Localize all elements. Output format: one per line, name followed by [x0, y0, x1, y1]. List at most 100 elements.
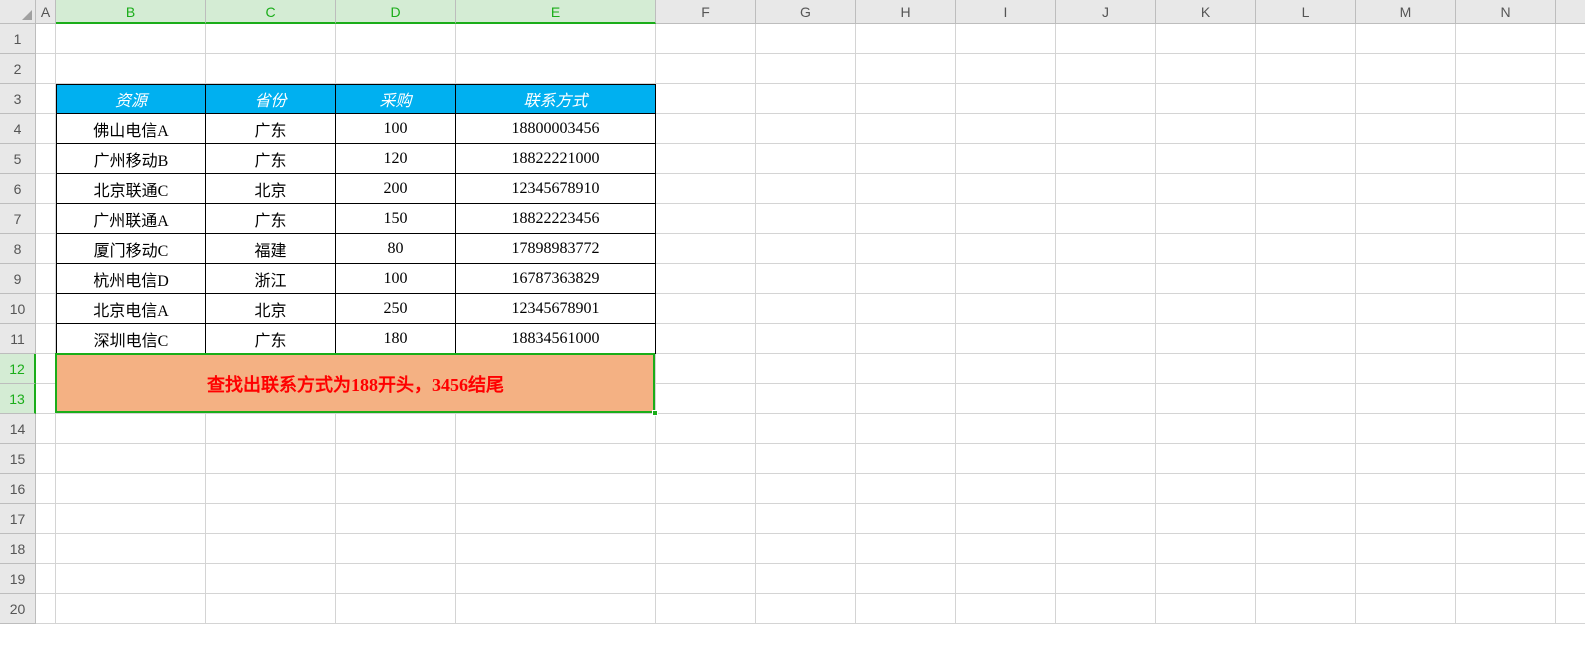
cell-C4[interactable]: 广东 [206, 114, 336, 144]
cell-F13[interactable] [656, 384, 756, 414]
cell-I15[interactable] [956, 444, 1056, 474]
cell-H16[interactable] [856, 474, 956, 504]
cell-B8[interactable]: 厦门移动C [56, 234, 206, 264]
cell-B16[interactable] [56, 474, 206, 504]
cell-D7[interactable]: 150 [336, 204, 456, 234]
cell-G11[interactable] [756, 324, 856, 354]
cell-I7[interactable] [956, 204, 1056, 234]
cell-C7[interactable]: 广东 [206, 204, 336, 234]
cell-D1[interactable] [336, 24, 456, 54]
cell-I8[interactable] [956, 234, 1056, 264]
col-header-C[interactable]: C [206, 0, 336, 24]
cell-M9[interactable] [1356, 264, 1456, 294]
cell-I6[interactable] [956, 174, 1056, 204]
cell-A17[interactable] [36, 504, 56, 534]
cell-E20[interactable] [456, 594, 656, 624]
cell-G8[interactable] [756, 234, 856, 264]
cell-K20[interactable] [1156, 594, 1256, 624]
cell-C11[interactable]: 广东 [206, 324, 336, 354]
cell-H7[interactable] [856, 204, 956, 234]
cell-F12[interactable] [656, 354, 756, 384]
row-header-8[interactable]: 8 [0, 234, 36, 264]
cell-F1[interactable] [656, 24, 756, 54]
cell-H3[interactable] [856, 84, 956, 114]
cell-F15[interactable] [656, 444, 756, 474]
cell-I10[interactable] [956, 294, 1056, 324]
cell-E16[interactable] [456, 474, 656, 504]
col-header-H[interactable]: H [856, 0, 956, 24]
cell-J20[interactable] [1056, 594, 1156, 624]
cell-M10[interactable] [1356, 294, 1456, 324]
cell-E7[interactable]: 18822223456 [456, 204, 656, 234]
cell-H20[interactable] [856, 594, 956, 624]
cell-O3[interactable] [1556, 84, 1585, 114]
col-header-G[interactable]: G [756, 0, 856, 24]
cell-E11[interactable]: 18834561000 [456, 324, 656, 354]
cell-J17[interactable] [1056, 504, 1156, 534]
cell-K7[interactable] [1156, 204, 1256, 234]
cell-E5[interactable]: 18822221000 [456, 144, 656, 174]
cell-L9[interactable] [1256, 264, 1356, 294]
cell-E3[interactable]: 联系方式 [456, 84, 656, 114]
cell-L18[interactable] [1256, 534, 1356, 564]
cell-E15[interactable] [456, 444, 656, 474]
cell-J12[interactable] [1056, 354, 1156, 384]
cell-H8[interactable] [856, 234, 956, 264]
cell-H1[interactable] [856, 24, 956, 54]
row-header-6[interactable]: 6 [0, 174, 36, 204]
row-header-4[interactable]: 4 [0, 114, 36, 144]
cell-D10[interactable]: 250 [336, 294, 456, 324]
cell-F14[interactable] [656, 414, 756, 444]
row-header-2[interactable]: 2 [0, 54, 36, 84]
cell-L17[interactable] [1256, 504, 1356, 534]
cell-L16[interactable] [1256, 474, 1356, 504]
cell-J1[interactable] [1056, 24, 1156, 54]
cell-O7[interactable] [1556, 204, 1585, 234]
cell-G15[interactable] [756, 444, 856, 474]
cell-G2[interactable] [756, 54, 856, 84]
cell-I4[interactable] [956, 114, 1056, 144]
cell-O13[interactable] [1556, 384, 1585, 414]
row-header-3[interactable]: 3 [0, 84, 36, 114]
cell-L6[interactable] [1256, 174, 1356, 204]
cell-B6[interactable]: 北京联通C [56, 174, 206, 204]
cell-N20[interactable] [1456, 594, 1556, 624]
col-header-O[interactable]: O [1556, 0, 1585, 24]
cell-N12[interactable] [1456, 354, 1556, 384]
cell-C1[interactable] [206, 24, 336, 54]
cell-L1[interactable] [1256, 24, 1356, 54]
cell-L8[interactable] [1256, 234, 1356, 264]
cell-M1[interactable] [1356, 24, 1456, 54]
cell-B18[interactable] [56, 534, 206, 564]
cell-G19[interactable] [756, 564, 856, 594]
cell-B4[interactable]: 佛山电信A [56, 114, 206, 144]
cell-L13[interactable] [1256, 384, 1356, 414]
cell-J3[interactable] [1056, 84, 1156, 114]
cell-I19[interactable] [956, 564, 1056, 594]
cell-K10[interactable] [1156, 294, 1256, 324]
cell-K18[interactable] [1156, 534, 1256, 564]
cell-H10[interactable] [856, 294, 956, 324]
cell-F4[interactable] [656, 114, 756, 144]
cell-O10[interactable] [1556, 294, 1585, 324]
cell-C15[interactable] [206, 444, 336, 474]
cell-J19[interactable] [1056, 564, 1156, 594]
cell-J14[interactable] [1056, 414, 1156, 444]
cell-C6[interactable]: 北京 [206, 174, 336, 204]
cell-F5[interactable] [656, 144, 756, 174]
cell-A18[interactable] [36, 534, 56, 564]
cell-C16[interactable] [206, 474, 336, 504]
cell-B20[interactable] [56, 594, 206, 624]
row-header-9[interactable]: 9 [0, 264, 36, 294]
cell-D5[interactable]: 120 [336, 144, 456, 174]
cell-A10[interactable] [36, 294, 56, 324]
cell-D17[interactable] [336, 504, 456, 534]
cell-O20[interactable] [1556, 594, 1585, 624]
cell-O6[interactable] [1556, 174, 1585, 204]
cell-M2[interactable] [1356, 54, 1456, 84]
cell-J11[interactable] [1056, 324, 1156, 354]
cell-F6[interactable] [656, 174, 756, 204]
cell-I14[interactable] [956, 414, 1056, 444]
cell-B19[interactable] [56, 564, 206, 594]
cell-I3[interactable] [956, 84, 1056, 114]
